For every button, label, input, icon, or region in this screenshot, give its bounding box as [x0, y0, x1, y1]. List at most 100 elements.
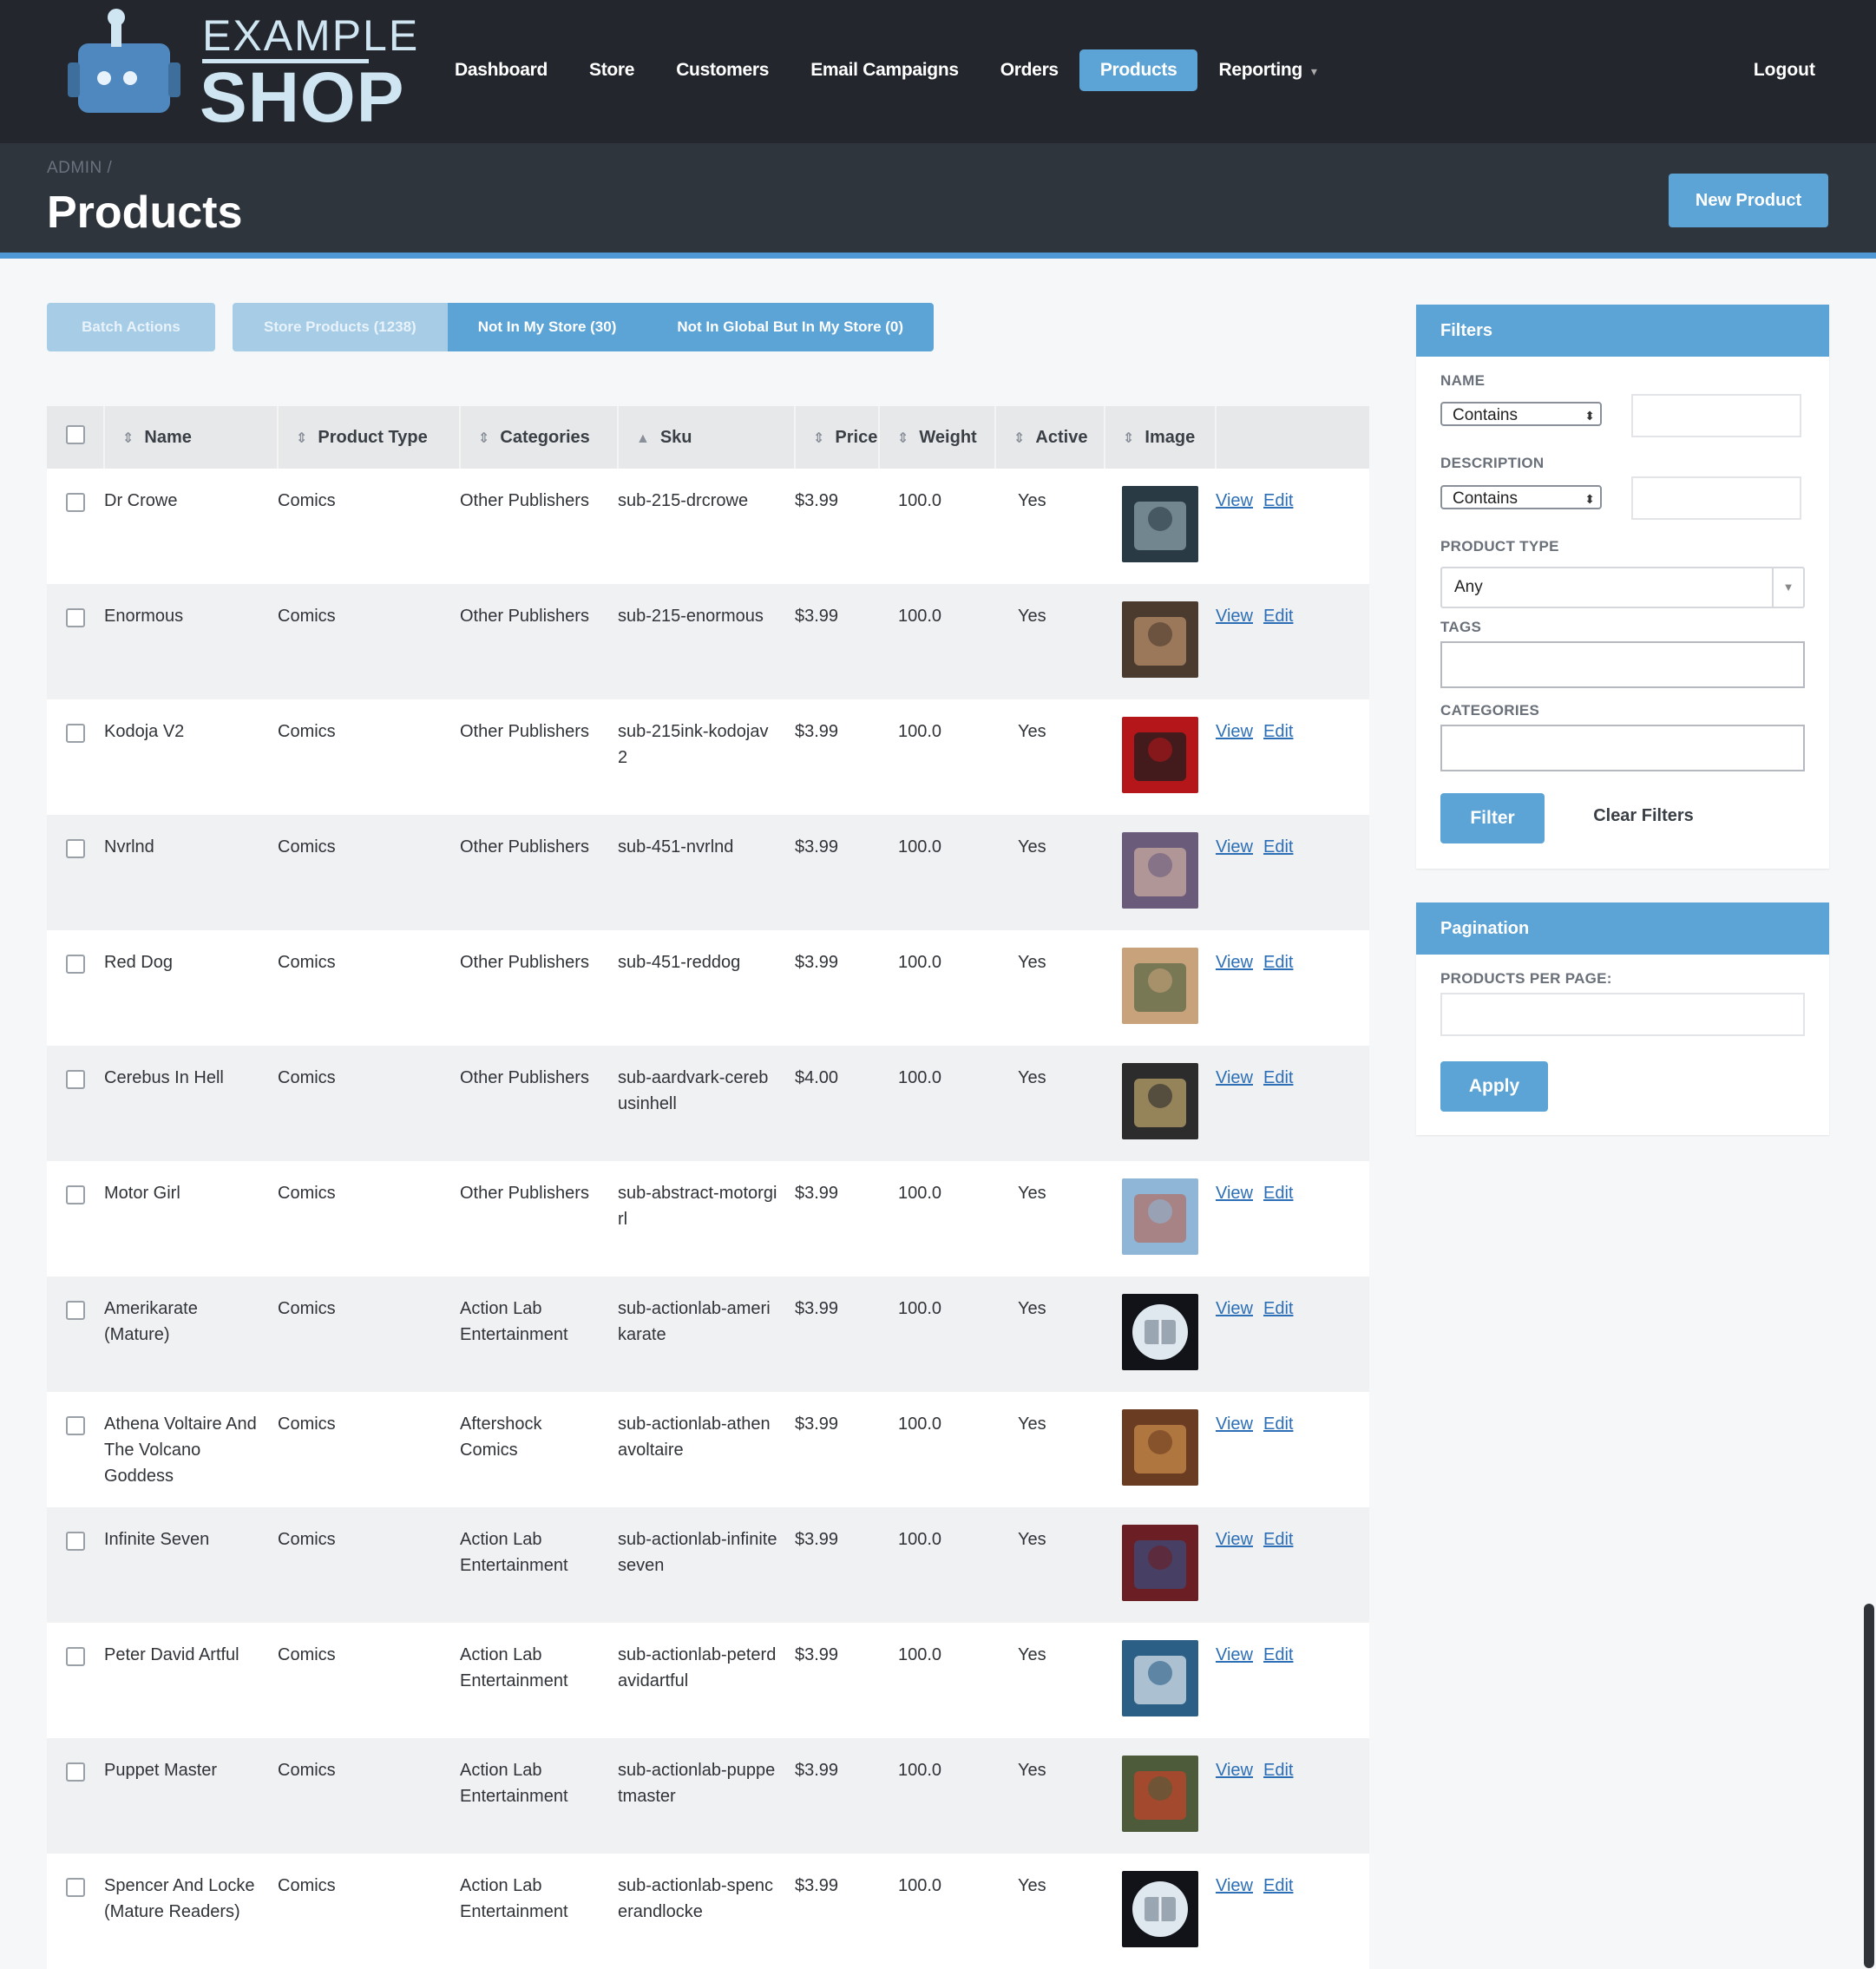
row-checkbox[interactable]	[66, 1647, 85, 1666]
edit-link[interactable]: Edit	[1263, 1645, 1293, 1664]
view-link[interactable]: View	[1216, 607, 1253, 626]
edit-link[interactable]: Edit	[1263, 1068, 1293, 1087]
edit-link[interactable]: Edit	[1263, 491, 1293, 510]
view-link[interactable]: View	[1216, 1645, 1253, 1664]
col-sku[interactable]: ▲ Sku	[617, 406, 795, 469]
col-price[interactable]: ⇕ Price	[794, 406, 879, 469]
view-link[interactable]: View	[1216, 1299, 1253, 1318]
row-checkbox[interactable]	[66, 1532, 85, 1551]
name-match-select[interactable]: Contains ⬍	[1440, 402, 1602, 426]
nav-customers[interactable]: Customers	[655, 49, 790, 91]
col-categories[interactable]: ⇕ Categories	[459, 406, 618, 469]
product-thumbnail[interactable]	[1122, 1178, 1198, 1255]
row-checkbox[interactable]	[66, 608, 85, 627]
new-product-button[interactable]: New Product	[1669, 174, 1828, 227]
view-link[interactable]: View	[1216, 1184, 1253, 1203]
col-name[interactable]: ⇕ Name	[103, 406, 278, 469]
logout-link[interactable]: Logout	[1754, 49, 1815, 91]
page-title: Products	[47, 187, 243, 238]
row-checkbox[interactable]	[66, 1878, 85, 1897]
product-thumbnail[interactable]	[1122, 1525, 1198, 1601]
row-checkbox[interactable]	[66, 1070, 85, 1089]
tags-input[interactable]	[1440, 641, 1805, 688]
product-thumbnail[interactable]	[1122, 1871, 1198, 1947]
nav-dashboard[interactable]: Dashboard	[434, 49, 568, 91]
select-all-checkbox[interactable]	[66, 425, 85, 444]
tab-not-in-my-store[interactable]: Not In My Store (30)	[447, 303, 647, 351]
product-weight: 100.0	[898, 953, 942, 972]
edit-link[interactable]: Edit	[1263, 1876, 1293, 1895]
apply-button[interactable]: Apply	[1440, 1061, 1548, 1112]
description-match-select[interactable]: Contains ⬍	[1440, 485, 1602, 509]
edit-link[interactable]: Edit	[1263, 1299, 1293, 1318]
product-thumbnail[interactable]	[1122, 1756, 1198, 1832]
col-product-type[interactable]: ⇕ Product Type	[277, 406, 460, 469]
col-weight[interactable]: ⇕ Weight	[878, 406, 995, 469]
main-nav: Dashboard Store Customers Email Campaign…	[434, 49, 1338, 91]
clear-filters-button[interactable]: Clear Filters	[1562, 791, 1725, 841]
tab-store-products[interactable]: Store Products (1238)	[233, 303, 448, 351]
row-checkbox[interactable]	[66, 1762, 85, 1782]
product-thumbnail[interactable]	[1122, 1294, 1198, 1370]
categories-input[interactable]	[1440, 725, 1805, 771]
nav-reporting[interactable]: Reporting ▾	[1197, 49, 1337, 91]
filter-button[interactable]: Filter	[1440, 793, 1545, 843]
batch-actions-button[interactable]: Batch Actions	[47, 303, 215, 351]
view-link[interactable]: View	[1216, 1414, 1253, 1434]
edit-link[interactable]: Edit	[1263, 1530, 1293, 1549]
row-checkbox[interactable]	[66, 1301, 85, 1320]
view-link[interactable]: View	[1216, 953, 1253, 972]
view-link[interactable]: View	[1216, 1876, 1253, 1895]
nav-products[interactable]: Products	[1079, 49, 1198, 91]
nav-email-campaigns[interactable]: Email Campaigns	[790, 49, 980, 91]
edit-link[interactable]: Edit	[1263, 722, 1293, 741]
col-image[interactable]: ⇕ Image	[1104, 406, 1216, 469]
page-scrollbar[interactable]	[1864, 1604, 1874, 1968]
description-filter-input[interactable]	[1631, 476, 1801, 520]
product-thumbnail[interactable]	[1122, 486, 1198, 562]
col-active[interactable]: ⇕ Active	[994, 406, 1105, 469]
product-image-cell	[1105, 699, 1216, 815]
row-select-cell	[47, 1161, 104, 1277]
view-link[interactable]: View	[1216, 722, 1253, 741]
view-link[interactable]: View	[1216, 1068, 1253, 1087]
product-thumbnail[interactable]	[1122, 601, 1198, 678]
edit-link[interactable]: Edit	[1263, 607, 1293, 626]
product-thumbnail[interactable]	[1122, 832, 1198, 909]
tab-not-in-global[interactable]: Not In Global But In My Store (0)	[646, 303, 935, 351]
product-thumbnail[interactable]	[1122, 948, 1198, 1024]
product-type: Comics	[278, 1184, 336, 1203]
product-tabs: Batch Actions Store Products (1238) Not …	[47, 303, 935, 351]
view-link[interactable]: View	[1216, 491, 1253, 510]
view-link[interactable]: View	[1216, 1761, 1253, 1780]
product-sku: sub-451-nvrlnd	[618, 837, 734, 857]
edit-link[interactable]: Edit	[1263, 953, 1293, 972]
product-category: Other Publishers	[460, 953, 589, 972]
product-sku: sub-actionlab-spencerandlocke	[618, 1876, 773, 1921]
product-thumbnail[interactable]	[1122, 1063, 1198, 1139]
product-thumbnail[interactable]	[1122, 1409, 1198, 1486]
edit-link[interactable]: Edit	[1263, 837, 1293, 857]
breadcrumb[interactable]: ADMIN /	[47, 159, 112, 178]
edit-link[interactable]: Edit	[1263, 1761, 1293, 1780]
row-checkbox[interactable]	[66, 493, 85, 512]
product-type-select[interactable]: Any ▼	[1440, 567, 1805, 608]
product-thumbnail[interactable]	[1122, 717, 1198, 793]
view-link[interactable]: View	[1216, 837, 1253, 857]
row-checkbox[interactable]	[66, 955, 85, 974]
per-page-input[interactable]	[1440, 993, 1805, 1036]
nav-orders[interactable]: Orders	[980, 49, 1079, 91]
product-name: Motor Girl	[104, 1184, 180, 1203]
row-checkbox[interactable]	[66, 1185, 85, 1204]
name-filter-input[interactable]	[1631, 394, 1801, 437]
row-checkbox[interactable]	[66, 1416, 85, 1435]
product-thumbnail[interactable]	[1122, 1640, 1198, 1716]
nav-store[interactable]: Store	[568, 49, 655, 91]
row-checkbox[interactable]	[66, 839, 85, 858]
edit-link[interactable]: Edit	[1263, 1414, 1293, 1434]
row-checkbox[interactable]	[66, 724, 85, 743]
shop-logo[interactable]: EXAMPLE SHOP	[68, 9, 417, 137]
product-active: Yes	[1018, 837, 1046, 857]
edit-link[interactable]: Edit	[1263, 1184, 1293, 1203]
view-link[interactable]: View	[1216, 1530, 1253, 1549]
